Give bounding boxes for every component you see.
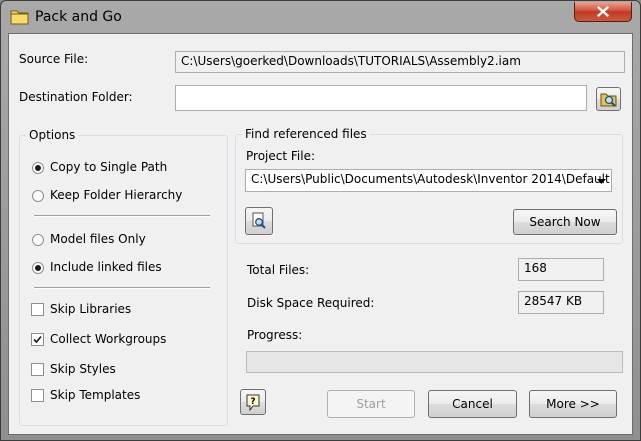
options-separator — [34, 215, 210, 217]
cancel-button[interactable]: Cancel — [428, 390, 517, 418]
source-file-field: C:\Users\goerked\Downloads\TUTORIALS\Ass… — [175, 51, 625, 73]
options-separator — [34, 287, 210, 289]
progress-bar — [246, 351, 623, 373]
find-referenced-files-title: Find referenced files — [242, 127, 370, 141]
browse-destination-button[interactable] — [596, 87, 621, 111]
disk-space-value: 28547 KB — [518, 291, 604, 314]
include-linked-files-radio[interactable] — [32, 262, 44, 274]
skip-libraries-checkbox[interactable] — [31, 303, 44, 316]
total-files-label: Total Files: — [247, 263, 310, 277]
total-files-value: 168 — [518, 258, 604, 281]
help-button[interactable]: ? — [240, 389, 266, 415]
dropdown-button[interactable] — [593, 171, 610, 191]
project-file-value: C:\Users\Public\Documents\Autodesk\Inven… — [251, 172, 612, 186]
radio-selected-dot — [35, 165, 41, 171]
svg-text:?: ? — [250, 397, 255, 407]
options-group: Options Copy to Single Path Keep Folder … — [19, 128, 228, 426]
window-title: Pack and Go — [35, 9, 122, 25]
checkmark-icon — [33, 335, 42, 344]
source-file-label: Source File: — [19, 52, 89, 66]
help-icon: ? — [246, 394, 260, 411]
close-icon — [597, 6, 609, 17]
keep-folder-hierarchy-radio[interactable] — [32, 190, 44, 202]
project-file-dropdown[interactable]: C:\Users\Public\Documents\Autodesk\Inven… — [245, 169, 612, 192]
destination-folder-input[interactable] — [175, 85, 587, 111]
skip-libraries-label[interactable]: Skip Libraries — [50, 302, 131, 316]
search-file-icon — [252, 212, 266, 229]
browse-project-button[interactable] — [245, 207, 273, 235]
model-files-only-label[interactable]: Model files Only — [50, 232, 146, 246]
find-referenced-files-group: Find referenced files Project File: C:\U… — [235, 127, 623, 244]
disk-space-label: Disk Space Required: — [247, 296, 375, 310]
collect-workgroups-checkbox[interactable] — [31, 333, 44, 346]
search-now-button[interactable]: Search Now — [513, 209, 617, 235]
close-button[interactable] — [574, 2, 632, 22]
options-title: Options — [26, 128, 79, 142]
include-linked-files-label[interactable]: Include linked files — [50, 260, 162, 274]
folder-icon — [10, 10, 29, 25]
copy-single-path-radio[interactable] — [32, 162, 44, 174]
title-bar[interactable]: Pack and Go — [1, 1, 640, 33]
copy-single-path-label[interactable]: Copy to Single Path — [50, 160, 167, 174]
keep-folder-hierarchy-label[interactable]: Keep Folder Hierarchy — [50, 188, 182, 202]
more-button[interactable]: More >> — [529, 390, 617, 418]
model-files-only-radio[interactable] — [32, 234, 44, 246]
dialog-body: Source File: C:\Users\goerked\Downloads\… — [8, 33, 633, 435]
radio-selected-dot — [35, 265, 41, 271]
folder-search-icon — [600, 93, 616, 107]
destination-folder-label: Destination Folder: — [19, 90, 133, 104]
pack-and-go-window: Pack and Go Source File: C:\Users\goerke… — [0, 0, 641, 441]
skip-styles-label[interactable]: Skip Styles — [50, 362, 116, 376]
progress-label: Progress: — [247, 328, 303, 342]
skip-templates-label[interactable]: Skip Templates — [50, 388, 140, 402]
collect-workgroups-label[interactable]: Collect Workgroups — [50, 332, 166, 346]
skip-templates-checkbox[interactable] — [31, 389, 44, 402]
skip-styles-checkbox[interactable] — [31, 363, 44, 376]
chevron-down-icon — [597, 178, 606, 184]
start-button[interactable]: Start — [327, 390, 415, 418]
project-file-label: Project File: — [246, 149, 315, 163]
